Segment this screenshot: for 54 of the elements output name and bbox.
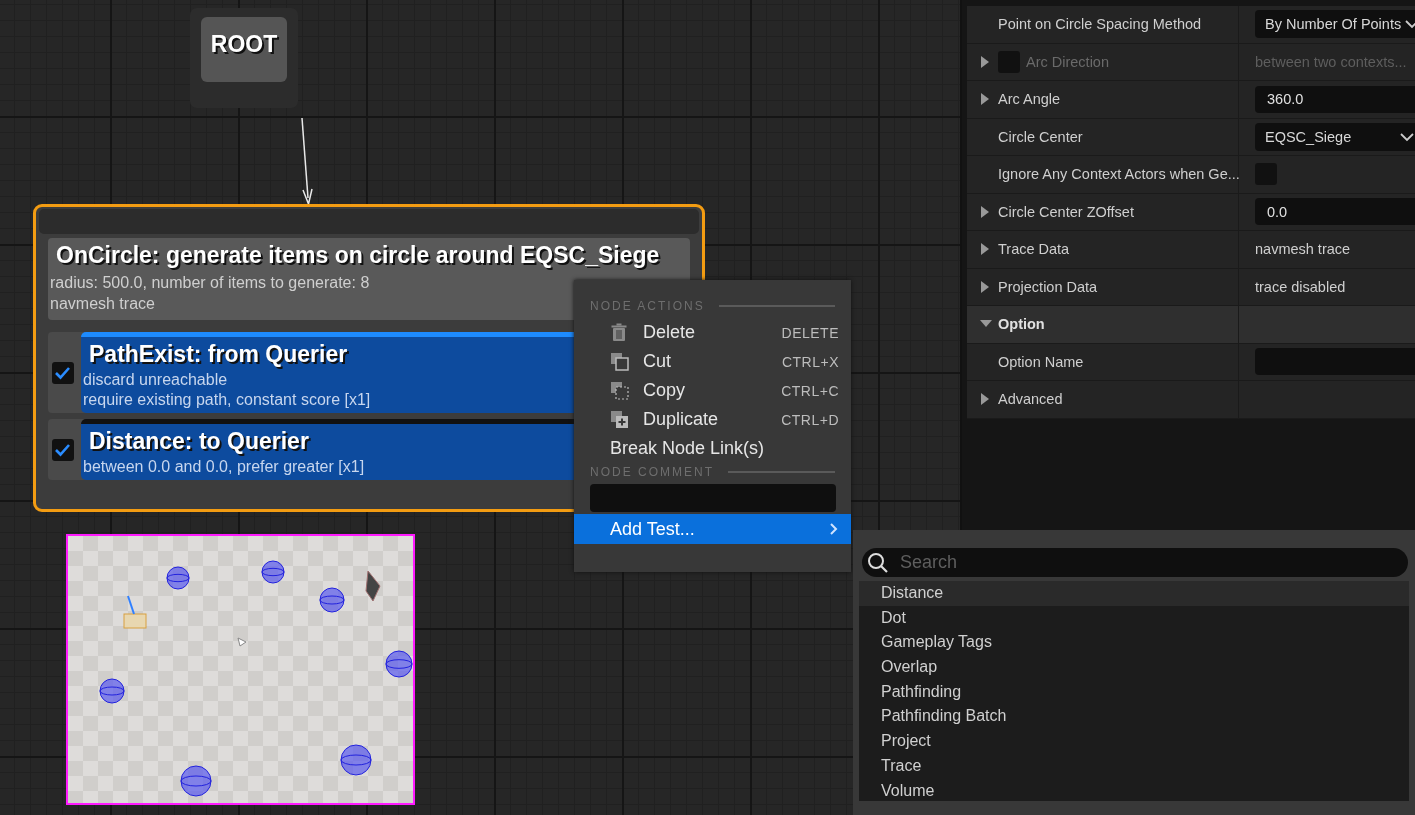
test-description: between 0.0 and 0.0, prefer greater [x1]: [83, 457, 365, 477]
root-node[interactable]: ROOT: [190, 8, 298, 108]
number-field[interactable]: 360.0: [1255, 85, 1415, 113]
shortcut-text: CTRL+X: [781, 353, 839, 370]
test-title: PathExist: from Querier: [88, 341, 348, 368]
list-item[interactable]: Gameplay Tags: [859, 630, 1409, 656]
shortcut-text: CTRL+D: [781, 411, 839, 428]
duplicate-icon: [610, 410, 629, 429]
property-label: Option: [998, 316, 1045, 333]
list-item[interactable]: Distance: [859, 581, 1409, 606]
node-title: OnCircle: generate items on circle around EQSC_Siege: [55, 242, 660, 269]
category-header[interactable]: Option: [967, 306, 1415, 344]
test-description: require existing path, constant score [x1]: [83, 390, 371, 410]
property-value: between two contexts...: [1255, 53, 1407, 70]
chevron-right-icon: [829, 522, 839, 536]
submenu-item[interactable]: Add Test...: [574, 514, 851, 544]
copy-icon: [610, 381, 629, 400]
property-label: Trace Data: [998, 241, 1070, 258]
property-label: Arc Direction: [1026, 53, 1109, 70]
node-title: ROOT: [201, 17, 287, 82]
checkbox[interactable]: [52, 438, 74, 461]
dropdown[interactable]: By Number Of Points: [1255, 10, 1415, 39]
comment-field[interactable]: [590, 484, 836, 512]
dropdown[interactable]: EQSC_Siege: [1255, 122, 1415, 151]
test-title: Distance: to Querier: [88, 428, 309, 455]
property-label: Advanced: [998, 391, 1063, 408]
list-item[interactable]: Pathfinding: [859, 679, 1409, 705]
chevron-down-icon: [1400, 131, 1414, 142]
property-label: Circle Center ZOffset: [998, 203, 1134, 220]
property-label: Ignore Any Context Actors when Ge...: [998, 166, 1240, 183]
property-value: trace disabled: [1255, 278, 1346, 295]
property-label: Circle Center: [998, 128, 1083, 145]
shortcut-text: DELETE: [781, 324, 839, 341]
number-field[interactable]: 0.0: [1255, 198, 1415, 226]
search-field[interactable]: Search: [862, 548, 1408, 577]
property-value: navmesh trace: [1255, 241, 1351, 258]
list-item[interactable]: Trace: [859, 753, 1409, 779]
cut-icon: [610, 352, 629, 371]
list-item[interactable]: Volume: [859, 778, 1409, 804]
property-label: Arc Angle: [998, 91, 1061, 108]
list-item[interactable]: Project: [859, 729, 1409, 754]
test-description: discard unreachable: [83, 370, 228, 390]
property-label: Option Name: [998, 353, 1084, 370]
shortcut-text: CTRL+C: [781, 382, 839, 399]
node-description: radius: 500.0, number of items to generate: 8: [50, 273, 370, 293]
list-item[interactable]: Overlap: [859, 655, 1409, 680]
list-item[interactable]: Dot: [859, 605, 1409, 631]
node-description: navmesh trace: [50, 294, 155, 314]
trash-icon: [610, 323, 629, 342]
list-item[interactable]: Pathfinding Batch: [859, 704, 1409, 730]
chevron-down-icon: [1405, 19, 1415, 30]
checkbox[interactable]: [52, 361, 74, 384]
property-label: Projection Data: [998, 278, 1098, 295]
property-label: Point on Circle Spacing Method: [998, 16, 1202, 33]
